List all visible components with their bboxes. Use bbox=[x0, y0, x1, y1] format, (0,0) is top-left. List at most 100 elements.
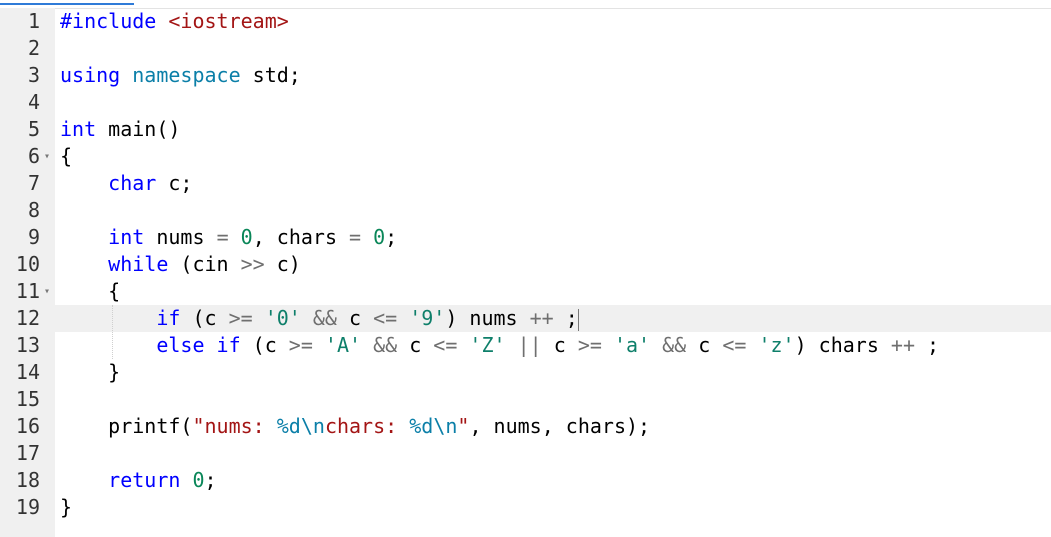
line-number: 1 bbox=[27, 9, 40, 33]
code-line[interactable]: 6 ▾ { bbox=[0, 143, 1051, 170]
code-token: ; bbox=[204, 468, 217, 492]
code-text: int main() bbox=[60, 116, 180, 143]
code-text: { bbox=[60, 278, 120, 305]
code-token: } bbox=[60, 360, 121, 384]
code-token: printf( bbox=[60, 414, 193, 438]
code-token: c bbox=[349, 306, 374, 330]
code-token: = bbox=[349, 225, 374, 249]
code-line[interactable]: 4 bbox=[0, 89, 1051, 116]
code-token: (c bbox=[192, 306, 229, 330]
code-text: int nums = 0, chars = 0; bbox=[60, 224, 397, 251]
code-text: printf("nums: %d\nchars: %d\n", nums, ch… bbox=[60, 413, 650, 440]
code-line[interactable]: 19} bbox=[0, 494, 1051, 521]
code-line[interactable]: 12 if (c >= '0' && c <= '9') nums ++ ; bbox=[0, 305, 1051, 332]
code-line[interactable]: 17 bbox=[0, 440, 1051, 467]
code-token: ; bbox=[385, 225, 398, 249]
code-line[interactable]: 7 char c; bbox=[0, 170, 1051, 197]
code-token: <iostream> bbox=[168, 9, 289, 33]
code-line[interactable]: 8 bbox=[0, 197, 1051, 224]
code-token: && bbox=[373, 333, 410, 357]
fold-toggle-icon[interactable]: ▾ bbox=[41, 143, 53, 170]
code-token: <= bbox=[373, 306, 410, 330]
code-token: { bbox=[60, 279, 121, 303]
code-line[interactable]: 18 return 0; bbox=[0, 467, 1051, 494]
code-text: else if (c >= 'A' && c <= 'Z' || c >= 'a… bbox=[60, 332, 939, 359]
code-token: else if bbox=[156, 333, 253, 357]
line-number: 14 bbox=[15, 360, 40, 384]
code-token: (c bbox=[252, 333, 289, 357]
code-token: ++ bbox=[890, 333, 928, 357]
line-number: 10 bbox=[15, 252, 40, 276]
line-number: 7 bbox=[27, 171, 40, 195]
code-token: ++ bbox=[529, 306, 566, 330]
code-token: ; bbox=[927, 333, 940, 357]
code-token: %d bbox=[276, 414, 301, 438]
code-editor[interactable]: 1 #include <iostream> 2 3 using namespace st… bbox=[0, 0, 1051, 537]
code-lines[interactable]: 1 #include <iostream> 2 3 using namespace st… bbox=[0, 8, 1051, 521]
code-line[interactable]: 10 while (cin >> c) bbox=[0, 251, 1051, 278]
code-token: { bbox=[60, 144, 73, 168]
line-number: 3 bbox=[27, 63, 40, 87]
code-token: c bbox=[698, 333, 723, 357]
code-token: <= bbox=[722, 333, 759, 357]
code-token: char bbox=[108, 171, 169, 195]
code-text: { bbox=[60, 143, 72, 170]
code-text: while (cin >> c) bbox=[60, 251, 301, 278]
code-text: using namespace std; bbox=[60, 62, 301, 89]
code-token: nums bbox=[156, 225, 217, 249]
line-number: 19 bbox=[15, 495, 40, 519]
code-token: c) bbox=[276, 252, 301, 276]
line-number: 6 bbox=[27, 144, 40, 168]
code-token: std; bbox=[252, 63, 301, 87]
line-number: 5 bbox=[27, 117, 40, 141]
line-number: 4 bbox=[27, 90, 40, 114]
code-line[interactable]: 16 printf("nums: %d\nchars: %d\n", nums,… bbox=[0, 413, 1051, 440]
code-text: } bbox=[60, 359, 120, 386]
code-line[interactable]: 9 int nums = 0, chars = 0; bbox=[0, 224, 1051, 251]
code-token: '9' bbox=[409, 306, 446, 330]
code-line[interactable]: 5 int main() bbox=[0, 116, 1051, 143]
code-line[interactable]: 2 bbox=[0, 35, 1051, 62]
fold-toggle-icon[interactable]: ▾ bbox=[41, 278, 53, 305]
code-token: || bbox=[517, 333, 554, 357]
code-text: } bbox=[60, 494, 72, 521]
code-token: namespace bbox=[132, 63, 253, 87]
line-number: 17 bbox=[15, 441, 40, 465]
code-token: ) chars bbox=[794, 333, 891, 357]
code-token: c; bbox=[168, 171, 193, 195]
code-token: } bbox=[60, 495, 73, 519]
code-token: 'A' bbox=[324, 333, 362, 357]
code-token: %d bbox=[409, 414, 434, 438]
code-token: <= bbox=[433, 333, 470, 357]
line-number: 2 bbox=[27, 36, 40, 60]
code-token: ; bbox=[565, 306, 578, 330]
code-line[interactable]: 1 #include <iostream> bbox=[0, 8, 1051, 35]
code-token: 'a' bbox=[613, 333, 651, 357]
indent-guide bbox=[112, 305, 113, 359]
code-token: c bbox=[553, 333, 578, 357]
code-token: " bbox=[457, 414, 470, 438]
code-token: 'Z' bbox=[469, 333, 506, 357]
code-token: '0' bbox=[264, 306, 301, 330]
line-number: 11 bbox=[15, 279, 40, 303]
code-token: \n bbox=[300, 414, 325, 438]
code-token: \n bbox=[433, 414, 458, 438]
code-line[interactable]: 13 else if (c >= 'A' && c <= 'Z' || c >=… bbox=[0, 332, 1051, 359]
code-text: if (c >= '0' && c <= '9') nums ++ ; bbox=[60, 305, 579, 332]
code-line[interactable]: 15 bbox=[0, 386, 1051, 413]
line-number: 15 bbox=[15, 387, 40, 411]
code-line[interactable]: 3 using namespace std; bbox=[0, 62, 1051, 89]
code-line[interactable]: 14 } bbox=[0, 359, 1051, 386]
code-line[interactable]: 11 ▾ { bbox=[0, 278, 1051, 305]
line-number: 8 bbox=[27, 198, 40, 222]
code-token: while bbox=[108, 252, 181, 276]
code-token: 0 bbox=[373, 225, 386, 249]
code-token: chars: bbox=[324, 414, 410, 438]
code-token: >> bbox=[240, 252, 277, 276]
